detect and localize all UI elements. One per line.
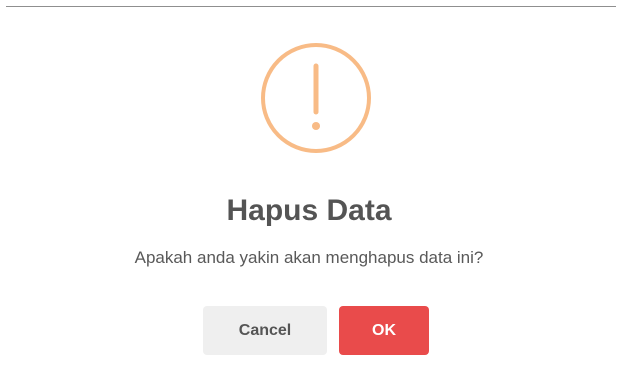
dialog-top-border bbox=[6, 6, 616, 7]
dialog-title: Hapus Data bbox=[226, 194, 392, 227]
warning-exclamation-icon bbox=[261, 43, 371, 153]
dialog-message: Apakah anda yakin akan menghapus data in… bbox=[134, 248, 484, 267]
confirm-delete-dialog: Hapus Data Apakah anda yakin akan mengha… bbox=[0, 0, 618, 377]
ok-button[interactable]: OK bbox=[339, 306, 429, 355]
cancel-button[interactable]: Cancel bbox=[203, 306, 327, 355]
